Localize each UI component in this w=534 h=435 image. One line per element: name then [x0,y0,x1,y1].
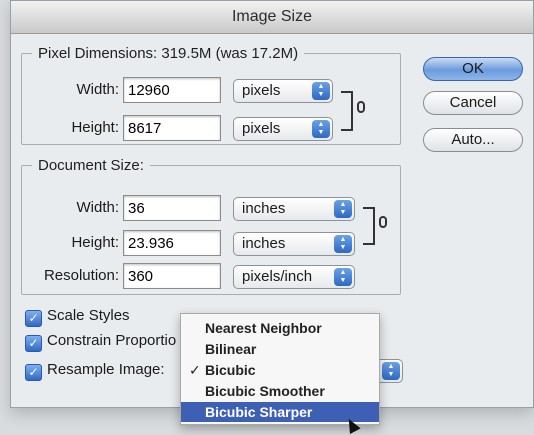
stepper-icon: ▲ ▼ [334,235,352,253]
pixel-height-input[interactable] [123,115,221,141]
stepper-icon: ▲ ▼ [382,362,400,380]
doc-width-input[interactable] [123,195,221,221]
link-bracket-icon [363,207,375,245]
document-size-legend: Document Size: [38,157,144,174]
pixel-width-unit-select[interactable]: pixels ▲ ▼ [233,79,333,103]
constrain-proportions-label: Constrain Proportio [47,332,177,349]
resample-method-menu: Nearest Neighbor Bilinear ✓ Bicubic Bicu… [180,313,380,425]
menu-item-bicubic-smoother[interactable]: Bicubic Smoother [181,381,379,401]
constrain-proportions-option[interactable]: ✓ Constrain Proportio [25,332,176,352]
scale-styles-label: Scale Styles [47,307,130,324]
menu-item-label: Nearest Neighbor [205,320,322,336]
resolution-label: Resolution: [43,267,119,284]
chain-link-icon [357,101,365,113]
menu-item-label: Bicubic Sharper [205,404,313,420]
scale-styles-option[interactable]: ✓ Scale Styles [25,307,130,327]
doc-width-label: Width: [76,199,119,216]
menu-item-bilinear[interactable]: Bilinear [181,339,379,359]
pixel-height-unit-value: pixels [242,120,281,137]
doc-height-unit-value: inches [242,235,286,252]
stepper-icon: ▲ ▼ [334,200,352,218]
resample-image-label: Resample Image: [47,361,165,378]
doc-width-unit-select[interactable]: inches ▲ ▼ [233,197,355,221]
checkbox-checked-icon[interactable]: ✓ [25,335,42,352]
pixel-height-label: Height: [71,119,119,136]
checkbox-checked-icon[interactable]: ✓ [25,364,42,381]
doc-height-unit-select[interactable]: inches ▲ ▼ [233,232,355,256]
link-bracket-icon [341,91,353,131]
resolution-unit-value: pixels/inch [242,268,313,285]
menu-item-label: Bicubic Smoother [205,383,325,399]
menu-item-label: Bilinear [205,341,257,357]
resample-image-option[interactable]: ✓ Resample Image: [25,361,165,381]
menu-item-label: Bicubic [205,362,256,378]
chain-link-icon [379,216,387,228]
menu-item-nearest-neighbor[interactable]: Nearest Neighbor [181,318,379,338]
checkbox-checked-icon[interactable]: ✓ [25,310,42,327]
pixel-width-unit-value: pixels [242,82,281,99]
doc-height-label: Height: [71,234,119,251]
dialog-title: Image Size [11,1,533,34]
cancel-button[interactable]: Cancel [423,91,523,115]
stepper-icon: ▲ ▼ [334,268,352,286]
ok-button[interactable]: OK [423,57,523,81]
pixel-height-unit-select[interactable]: pixels ▲ ▼ [233,117,333,141]
auto-button[interactable]: Auto... [423,128,523,152]
resolution-input[interactable] [123,263,221,289]
menu-item-bicubic[interactable]: ✓ Bicubic [181,360,379,380]
doc-height-input[interactable] [123,230,221,256]
stepper-icon: ▲ ▼ [312,120,330,138]
checkmark-icon: ✓ [189,362,201,378]
doc-width-unit-value: inches [242,200,286,217]
stepper-icon: ▲ ▼ [312,82,330,100]
resolution-unit-select[interactable]: pixels/inch ▲ ▼ [233,265,355,289]
pixel-width-label: Width: [76,81,119,98]
pixel-dimensions-legend: Pixel Dimensions: 319.5M (was 17.2M) [38,45,299,62]
pixel-width-input[interactable] [123,77,221,103]
